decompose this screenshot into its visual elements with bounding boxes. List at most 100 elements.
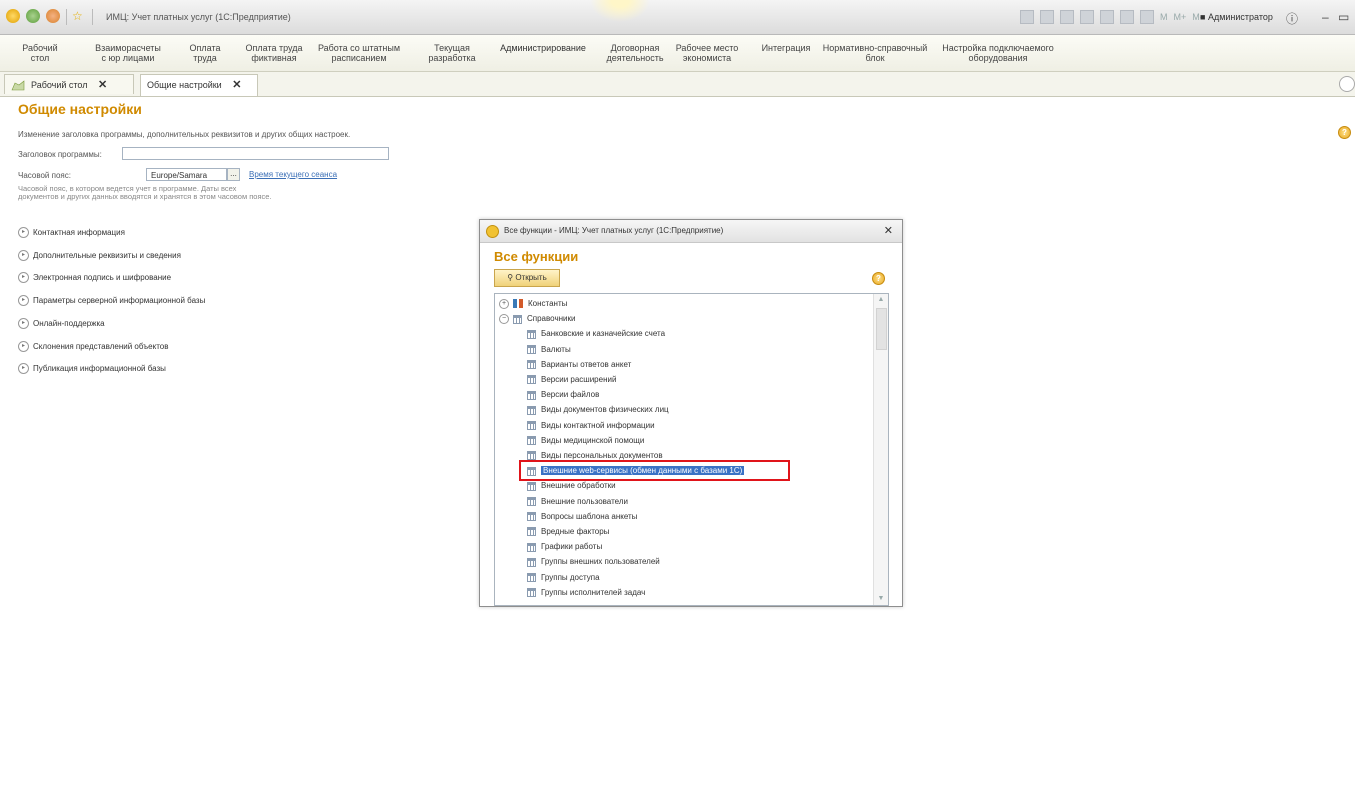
catalog-icon bbox=[527, 481, 536, 491]
close-icon[interactable]: ✕ bbox=[232, 79, 241, 91]
search-icon: ⚲ bbox=[507, 273, 514, 282]
tree-item[interactable]: Внешние пользователи bbox=[527, 494, 628, 509]
tree-item[interactable]: Группы внешних пользователей bbox=[527, 554, 660, 569]
print-icon[interactable] bbox=[1040, 10, 1054, 24]
section-reference[interactable]: Нормативно-справочный блок bbox=[820, 43, 930, 63]
functions-tree[interactable]: ▲ ▼ + Константы − Справочники Банковские и к… bbox=[494, 293, 889, 606]
tree-item[interactable]: Банковские и казначейские счета bbox=[527, 326, 665, 341]
tree-item[interactable]: Версии расширений bbox=[527, 372, 616, 387]
app-logo-icon[interactable] bbox=[6, 9, 20, 23]
scroll-thumb[interactable] bbox=[876, 308, 887, 350]
restore-icon[interactable]: ▭ bbox=[1338, 10, 1349, 24]
close-icon[interactable]: ✕ bbox=[884, 224, 893, 237]
page-description: Изменение заголовка программы, дополните… bbox=[18, 130, 351, 139]
section-settlements[interactable]: Взаиморасчеты с юр лицами bbox=[88, 43, 168, 63]
timezone-select-button[interactable]: ... bbox=[227, 168, 240, 181]
section-payroll[interactable]: Оплата труда bbox=[180, 43, 230, 63]
tree-item[interactable]: Виды документов физических лиц bbox=[527, 402, 669, 417]
tree-item[interactable]: − Справочники bbox=[499, 311, 575, 326]
catalog-icon bbox=[527, 527, 536, 537]
tree-item-label: Виды медицинской помощи bbox=[541, 435, 645, 445]
catalog-icon bbox=[527, 360, 536, 370]
forward-icon[interactable] bbox=[46, 9, 60, 23]
highlight-frame bbox=[519, 460, 790, 481]
memo-icon[interactable] bbox=[1140, 10, 1154, 24]
scroll-down-icon[interactable]: ▼ bbox=[874, 593, 888, 605]
group-publication[interactable]: ▸ Публикация информационной базы bbox=[18, 363, 166, 374]
group-online-support[interactable]: ▸ Онлайн-поддержка bbox=[18, 318, 105, 329]
tree-item[interactable]: Виды контактной информации bbox=[527, 418, 655, 433]
back-icon[interactable] bbox=[26, 9, 40, 23]
catalog-icon bbox=[527, 344, 536, 354]
calculator-icon[interactable] bbox=[1120, 10, 1134, 24]
group-contact-info[interactable]: ▸ Контактная информация bbox=[18, 227, 125, 238]
window-titlebar: ☆ ИМЦ: Учет платных услуг (1С:Предприяти… bbox=[0, 0, 1355, 35]
tree-item-label: Группы внешних пользователей bbox=[541, 557, 660, 567]
expand-icon: ▸ bbox=[18, 318, 29, 329]
memory-plus[interactable]: M+ bbox=[1174, 12, 1187, 22]
calendar-icon[interactable] bbox=[1100, 10, 1114, 24]
catalog-icon bbox=[527, 390, 536, 400]
favorites-star-icon[interactable]: ☆ bbox=[72, 9, 83, 23]
tree-item[interactable]: Графики работы bbox=[527, 539, 602, 554]
tree-scrollbar[interactable]: ▲ ▼ bbox=[873, 294, 888, 605]
catalog-icon bbox=[527, 436, 536, 446]
expand-icon[interactable]: + bbox=[499, 298, 509, 309]
tree-item-label: Группы доступа bbox=[541, 572, 600, 582]
memory-m[interactable]: M bbox=[1160, 12, 1168, 22]
tree-item-label: Группы исполнителей задач bbox=[541, 587, 646, 597]
help-icon[interactable]: ? bbox=[872, 272, 885, 285]
tree-item-label: Валюты bbox=[541, 344, 571, 354]
tab-general-settings[interactable]: Общие настройки ✕ bbox=[140, 74, 258, 96]
session-time-link[interactable]: Время текущего сеанса bbox=[249, 170, 337, 179]
tabs-scroll-icon[interactable] bbox=[1339, 76, 1355, 92]
scroll-up-icon[interactable]: ▲ bbox=[874, 294, 888, 306]
tree-item[interactable]: Группы доступа bbox=[527, 570, 600, 585]
collapse-icon[interactable]: − bbox=[499, 314, 509, 325]
tree-item-label: Справочники bbox=[527, 314, 576, 324]
group-additional-attributes[interactable]: ▸ Дополнительные реквизиты и сведения bbox=[18, 250, 181, 261]
close-icon[interactable]: ✕ bbox=[98, 79, 107, 91]
user-name[interactable]: ■ Администратор bbox=[1200, 12, 1273, 22]
section-desktop[interactable]: Рабочий стол bbox=[20, 43, 60, 63]
tree-item[interactable]: + Константы bbox=[499, 296, 567, 311]
timezone-input[interactable]: Europe/Samara bbox=[146, 168, 227, 181]
catalog-icon bbox=[527, 420, 536, 430]
group-declensions[interactable]: ▸ Склонения представлений объектов bbox=[18, 341, 168, 352]
section-administration[interactable]: Администрирование bbox=[496, 43, 590, 53]
all-functions-dialog: Все функции - ИМЦ: Учет платных услуг (1… bbox=[479, 219, 903, 607]
save-icon[interactable] bbox=[1020, 10, 1034, 24]
tree-item[interactable]: Версии файлов bbox=[527, 387, 599, 402]
dialog-title: Все функции - ИМЦ: Учет платных услуг (1… bbox=[504, 226, 724, 235]
group-digital-signature[interactable]: ▸ Электронная подпись и шифрование bbox=[18, 272, 171, 283]
tab-desktop[interactable]: Рабочий стол ✕ bbox=[4, 74, 134, 94]
program-title-input[interactable] bbox=[122, 147, 389, 160]
open-button[interactable]: ⚲ Открыть bbox=[494, 269, 560, 287]
user-icon: ■ bbox=[1200, 12, 1206, 22]
tree-item-label: Версии расширений bbox=[541, 375, 617, 384]
tree-item[interactable]: Вредные факторы bbox=[527, 524, 609, 539]
section-economist[interactable]: Рабочее место экономиста bbox=[672, 43, 742, 63]
tree-item[interactable]: Группы исполнителей задач bbox=[527, 585, 645, 600]
section-equipment[interactable]: Настройка подключаемого оборудования bbox=[936, 43, 1060, 63]
tree-item[interactable]: Виды медицинской помощи bbox=[527, 433, 644, 448]
section-contracts[interactable]: Договорная деятельность bbox=[598, 43, 672, 63]
minimize-icon[interactable]: – bbox=[1322, 10, 1329, 24]
section-staffing[interactable]: Работа со штатным расписанием bbox=[312, 43, 406, 63]
preview-icon[interactable] bbox=[1060, 10, 1074, 24]
help-icon[interactable]: ? bbox=[1338, 126, 1351, 139]
dialog-titlebar[interactable]: Все функции - ИМЦ: Учет платных услуг (1… bbox=[480, 220, 902, 243]
section-integration[interactable]: Интеграция bbox=[758, 43, 814, 53]
info-icon[interactable]: ⓘ bbox=[1286, 10, 1298, 27]
tree-item[interactable]: Варианты ответов анкет bbox=[527, 357, 631, 372]
catalog-icon bbox=[527, 405, 536, 415]
section-development[interactable]: Текущая разработка bbox=[420, 43, 484, 63]
tree-item[interactable]: Вопросы шаблона анкеты bbox=[527, 509, 637, 524]
page-title: Общие настройки bbox=[18, 101, 142, 117]
section-payroll-fictive[interactable]: Оплата труда фиктивная bbox=[238, 43, 310, 63]
history-icon[interactable] bbox=[1080, 10, 1094, 24]
catalog-icon bbox=[527, 557, 536, 567]
tree-item[interactable]: Валюты bbox=[527, 342, 571, 357]
dialog-heading: Все функции bbox=[494, 249, 579, 264]
group-server-params[interactable]: ▸ Параметры серверной информационной базы bbox=[18, 295, 205, 306]
